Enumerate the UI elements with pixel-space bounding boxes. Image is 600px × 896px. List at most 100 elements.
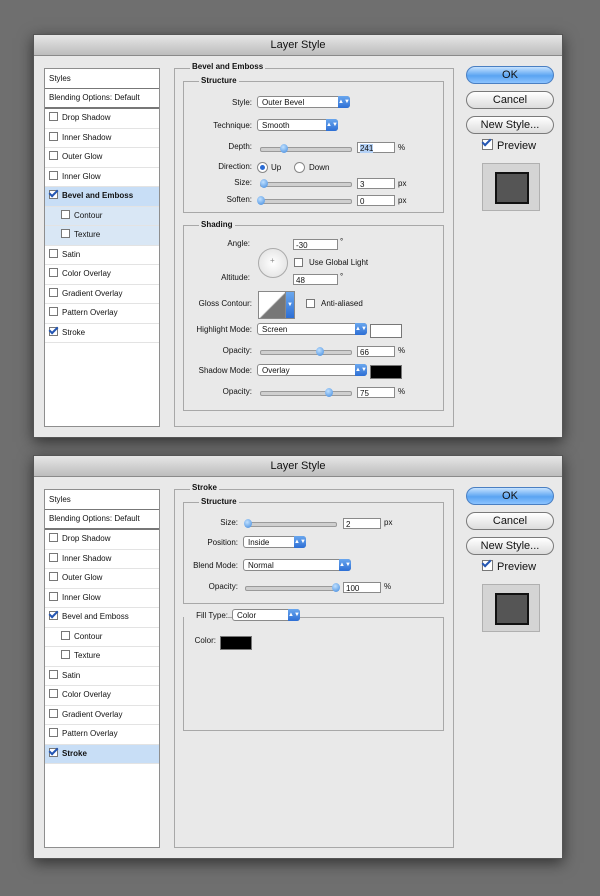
angle-field[interactable]: -30 [293, 239, 338, 250]
checkbox[interactable] [49, 151, 58, 160]
checkbox[interactable] [61, 209, 70, 219]
opacity-field[interactable]: 100 [343, 582, 381, 593]
blend-mode-select[interactable]: Normal ▲▼ [243, 559, 351, 571]
style-item-pattern-overlay[interactable]: Pattern Overlay [45, 725, 159, 745]
style-item-satin[interactable]: Satin [45, 246, 159, 265]
shadow-opacity-slider[interactable] [260, 388, 352, 397]
style-item-color-overlay[interactable]: Color Overlay [45, 686, 159, 706]
angle-dial[interactable] [258, 248, 288, 278]
size-slider-thumb[interactable] [259, 179, 268, 188]
ok-button[interactable]: OK [466, 487, 554, 505]
style-item-gradient-overlay[interactable]: Gradient Overlay [45, 706, 159, 725]
soften-slider[interactable] [257, 196, 352, 205]
shadow-color-swatch[interactable] [370, 365, 402, 379]
direction-down-radio[interactable] [294, 162, 305, 173]
new-style-button[interactable]: New Style... [466, 537, 554, 555]
style-item-pattern-overlay[interactable]: Pattern Overlay [45, 304, 159, 324]
size-slider[interactable] [259, 179, 352, 188]
position-select[interactable]: Inside ▲▼ [243, 536, 306, 548]
depth-slider[interactable] [260, 144, 352, 153]
style-item-outer-glow[interactable]: Outer Glow [45, 569, 159, 589]
checkbox[interactable] [49, 747, 58, 757]
style-item-inner-shadow[interactable]: Inner Shadow [45, 129, 159, 148]
styles-header[interactable]: Styles [45, 490, 159, 510]
checkbox[interactable] [49, 170, 58, 180]
blending-options-item[interactable]: Blending Options: Default [45, 510, 159, 530]
checkbox[interactable] [49, 248, 58, 258]
checkbox[interactable] [49, 268, 58, 277]
ok-button[interactable]: OK [466, 66, 554, 84]
altitude-field[interactable]: 48 [293, 274, 338, 285]
preview-toggle[interactable]: Preview [482, 139, 536, 152]
checkbox[interactable] [49, 552, 58, 562]
style-item-inner-shadow[interactable]: Inner Shadow [45, 550, 159, 569]
highlight-opacity-field[interactable]: 66 [357, 346, 395, 357]
checkbox[interactable] [49, 287, 58, 297]
opacity-slider[interactable] [245, 583, 340, 592]
styles-header[interactable]: Styles [45, 69, 159, 89]
style-item-texture[interactable]: Texture [45, 226, 159, 246]
style-item-inner-glow[interactable]: Inner Glow [45, 168, 159, 187]
style-select[interactable]: Outer Bevel ▲▼ [257, 96, 350, 108]
checkbox[interactable] [49, 689, 58, 698]
checkbox[interactable] [49, 591, 58, 601]
size-slider-thumb[interactable] [243, 519, 252, 528]
style-item-stroke[interactable]: Stroke [45, 324, 159, 343]
style-item-stroke[interactable]: Stroke [45, 744, 159, 764]
blending-options-item[interactable]: Blending Options: Default [45, 89, 159, 109]
style-item-contour[interactable]: Contour [45, 628, 159, 647]
checkbox[interactable] [49, 708, 58, 718]
shadow-opacity-field[interactable]: 75 [357, 387, 395, 398]
stroke-color-swatch[interactable] [220, 636, 252, 650]
soften-slider-thumb[interactable] [257, 196, 265, 205]
preview-toggle[interactable]: Preview [482, 560, 536, 573]
style-item-bevel-and-emboss[interactable]: Bevel and Emboss [45, 608, 159, 628]
checkbox[interactable] [49, 611, 58, 620]
direction-up-radio[interactable] [257, 162, 268, 173]
depth-field[interactable]: 241 [357, 142, 395, 153]
technique-select[interactable]: Smooth ▲▼ [257, 119, 338, 131]
style-item-texture[interactable]: Texture [45, 647, 159, 667]
opacity-slider-thumb[interactable] [332, 583, 340, 592]
checkbox[interactable] [49, 533, 58, 542]
size-slider[interactable] [243, 519, 337, 528]
style-item-inner-glow[interactable]: Inner Glow [45, 589, 159, 608]
highlight-opacity-thumb[interactable] [316, 347, 325, 356]
style-item-outer-glow[interactable]: Outer Glow [45, 148, 159, 168]
size-field[interactable]: 2 [343, 518, 381, 529]
preview-checkbox[interactable] [482, 139, 493, 150]
use-global-light-checkbox[interactable] [294, 258, 303, 267]
style-item-drop-shadow[interactable]: Drop Shadow [45, 530, 159, 550]
checkbox[interactable] [49, 190, 58, 199]
checkbox[interactable] [49, 307, 58, 316]
style-item-contour[interactable]: Contour [45, 206, 159, 226]
new-style-button[interactable]: New Style... [466, 116, 554, 134]
soften-field[interactable]: 0 [357, 195, 395, 206]
style-item-bevel-and-emboss[interactable]: Bevel and Emboss [45, 187, 159, 207]
cancel-button[interactable]: Cancel [466, 512, 554, 530]
anti-aliased-checkbox[interactable] [306, 299, 315, 308]
depth-slider-thumb[interactable] [279, 144, 288, 153]
checkbox[interactable] [49, 572, 58, 581]
checkbox[interactable] [61, 630, 70, 640]
highlight-mode-select[interactable]: Screen ▲▼ [257, 323, 367, 335]
checkbox[interactable] [49, 669, 58, 679]
checkbox[interactable] [61, 229, 70, 238]
gloss-contour-picker[interactable] [258, 291, 288, 319]
shadow-mode-select[interactable]: Overlay ▲▼ [257, 364, 367, 376]
cancel-button[interactable]: Cancel [466, 91, 554, 109]
checkbox[interactable] [49, 131, 58, 141]
checkbox[interactable] [49, 728, 58, 737]
checkbox[interactable] [49, 112, 58, 121]
style-item-satin[interactable]: Satin [45, 667, 159, 686]
shadow-opacity-thumb[interactable] [324, 388, 333, 397]
checkbox[interactable] [49, 326, 58, 336]
highlight-color-swatch[interactable] [370, 324, 402, 338]
fill-type-select[interactable]: Color ▲▼ [232, 609, 300, 621]
chevron-down-icon[interactable]: ▼ [285, 291, 295, 319]
style-item-color-overlay[interactable]: Color Overlay [45, 265, 159, 285]
checkbox[interactable] [61, 650, 70, 659]
style-item-gradient-overlay[interactable]: Gradient Overlay [45, 285, 159, 304]
size-field[interactable]: 3 [357, 178, 395, 189]
highlight-opacity-slider[interactable] [260, 347, 352, 356]
